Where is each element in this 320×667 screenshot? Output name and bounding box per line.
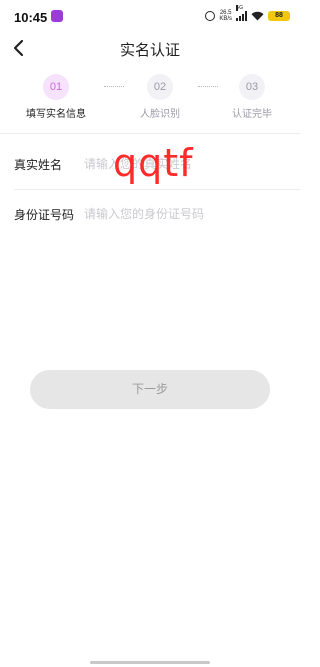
section-divider: [0, 133, 300, 134]
step-3-number: 03: [239, 74, 265, 100]
name-label: 真实姓名: [14, 158, 63, 172]
row-divider: [14, 189, 300, 190]
status-indicators: 26.5 KB/s 5G 88: [205, 5, 290, 23]
home-indicator[interactable]: [90, 661, 210, 664]
network-speed: 26.5 KB/s: [219, 10, 232, 22]
step-indicator: 01 填写实名信息 02 人脸识别 03 认证完毕: [0, 74, 300, 124]
step-1-label: 填写实名信息: [26, 109, 86, 120]
id-row: 身份证号码: [0, 191, 300, 241]
step-1-number: 01: [43, 74, 69, 100]
step-2-label: 人脸识别: [140, 109, 180, 120]
wifi-icon: [251, 11, 264, 21]
alarm-icon: [205, 11, 216, 21]
page-title: 实名认证: [119, 41, 180, 59]
handwritten-annotation: qqtf: [113, 141, 194, 185]
cellular-signal-icon: 5G: [236, 5, 247, 21]
battery-icon: 88: [268, 11, 290, 21]
nav-bar: 实名认证: [0, 34, 300, 62]
step-2: 02 人脸识别: [115, 74, 205, 120]
app-notification-icon: [51, 10, 63, 22]
step-2-number: 02: [147, 74, 173, 100]
status-time: 10:45: [14, 10, 48, 25]
step-3: 03 认证完毕: [207, 74, 297, 120]
next-step-button[interactable]: 下一步: [30, 370, 270, 409]
signal-label: 5G: [236, 5, 244, 11]
id-label: 身份证号码: [14, 208, 75, 222]
step-1: 01 填写实名信息: [11, 74, 101, 120]
step-3-label: 认证完毕: [232, 109, 272, 120]
status-bar: 10:45 26.5 KB/s 5G 88: [0, 0, 300, 34]
id-number-input[interactable]: [84, 199, 284, 229]
network-speed-unit: KB/s: [219, 16, 232, 22]
